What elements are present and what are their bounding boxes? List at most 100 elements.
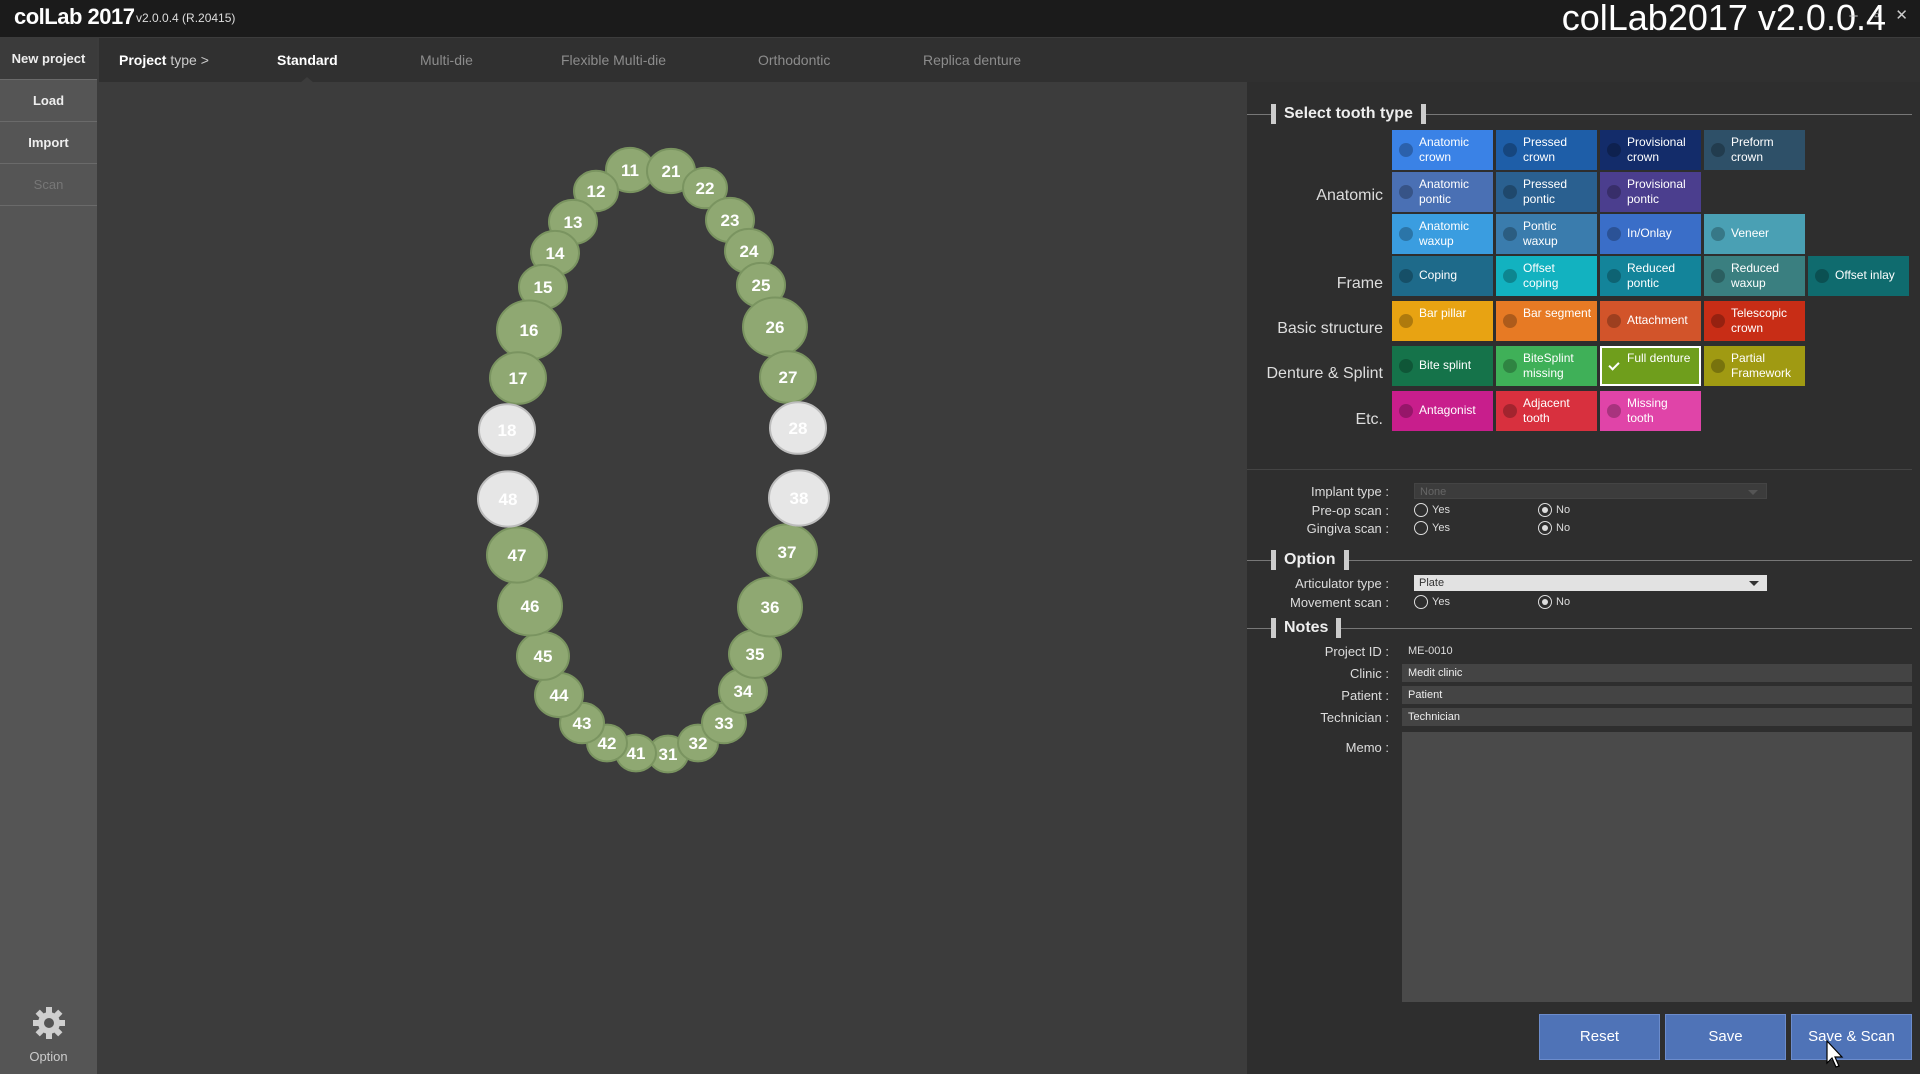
- tab-replica-denture[interactable]: Replica denture: [923, 52, 1021, 68]
- save-and-scan-button[interactable]: Save & Scan: [1791, 1014, 1912, 1060]
- check-icon: [1399, 404, 1413, 418]
- tooth-45[interactable]: 45: [516, 631, 570, 681]
- tab-orthodontic[interactable]: Orthodontic: [758, 52, 830, 68]
- group-label-denture-splint: Denture & Splint: [1266, 365, 1383, 382]
- check-icon: [1503, 143, 1517, 157]
- tooth-type-label: Antagonist: [1419, 403, 1476, 417]
- check-icon: [1711, 359, 1725, 373]
- check-icon: [1503, 227, 1517, 241]
- tooth-type-pressed-crown[interactable]: Pressed crown: [1496, 130, 1597, 170]
- scan-button[interactable]: Scan: [0, 164, 97, 206]
- check-icon: [1815, 269, 1829, 283]
- check-icon: [1503, 404, 1517, 418]
- tooth-type-anatomic-crown[interactable]: Anatomic crown: [1392, 130, 1493, 170]
- tooth-37[interactable]: 37: [756, 523, 818, 581]
- tooth-chart-svg: 11 1213 14 15 16 17 18 21 22 2324 25 26 27 28 31 32 3334…: [477, 146, 830, 774]
- tooth-46[interactable]: 46: [497, 575, 563, 637]
- tooth-type-missing-tooth[interactable]: Missing tooth: [1600, 391, 1701, 431]
- save-button[interactable]: Save: [1665, 1014, 1786, 1060]
- new-project-button[interactable]: New project: [0, 38, 97, 80]
- tooth-chart: 11 12 13 14 15 16 17 18 21 22 23 24 25 26 27 28 31 32 33 34…: [99, 82, 1247, 1074]
- tooth-type-reduced-waxup[interactable]: Reduced waxup: [1704, 256, 1805, 296]
- tooth-type-label: Bar segment: [1523, 306, 1592, 320]
- preop-no-radio[interactable]: No: [1538, 503, 1570, 517]
- movement-yes-radio[interactable]: Yes: [1414, 595, 1450, 609]
- mouse-cursor-icon: [1826, 1040, 1844, 1068]
- check-icon: [1607, 314, 1621, 328]
- tooth-26[interactable]: 26: [742, 296, 808, 358]
- tab-flexible-multi-die[interactable]: Flexible Multi-die: [561, 52, 666, 68]
- tooth-17[interactable]: 17: [489, 351, 547, 405]
- check-icon: [1399, 143, 1413, 157]
- tooth-type-label: Reduced pontic: [1627, 261, 1676, 290]
- tooth-number: 24: [740, 242, 759, 261]
- clinic-field[interactable]: Medit clinic: [1402, 664, 1912, 682]
- app-logo: colLab 2017: [14, 4, 135, 29]
- tooth-type-reduced-pontic[interactable]: Reduced pontic: [1600, 256, 1701, 296]
- implant-type-dropdown[interactable]: None: [1414, 483, 1767, 499]
- tooth-number: 31: [659, 745, 678, 764]
- tooth-36[interactable]: 36: [737, 576, 803, 638]
- tooth-type-offset-coping[interactable]: Offset coping: [1496, 256, 1597, 296]
- memo-label: Memo :: [1345, 740, 1389, 755]
- tooth-type-label: Attachment: [1627, 313, 1688, 327]
- tooth-type-label: Offset inlay: [1835, 268, 1895, 282]
- tooth-number: 42: [598, 734, 617, 753]
- tooth-38[interactable]: 38: [768, 469, 830, 527]
- tooth-type-provisional-crown[interactable]: Provisional crown: [1600, 130, 1701, 170]
- movement-no-radio[interactable]: No: [1538, 595, 1570, 609]
- tab-standard[interactable]: Standard: [277, 52, 338, 83]
- memo-field[interactable]: [1402, 732, 1912, 1002]
- tooth-type-antagonist[interactable]: Antagonist: [1392, 391, 1493, 431]
- tooth-type-anatomic-pontic[interactable]: Anatomic pontic: [1392, 172, 1493, 212]
- technician-field[interactable]: Technician: [1402, 708, 1912, 726]
- tooth-type-label: In/Onlay: [1627, 226, 1672, 240]
- tooth-type-label: Missing tooth: [1627, 396, 1668, 425]
- tooth-number: 28: [789, 419, 808, 438]
- tooth-type-pontic-waxup[interactable]: Pontic waxup: [1496, 214, 1597, 254]
- tooth-type-label: Bite splint: [1419, 358, 1472, 372]
- tooth-type-telescopic-crown[interactable]: Telescopic crown: [1704, 301, 1805, 341]
- tooth-type-provisional-pontic[interactable]: Provisional pontic: [1600, 172, 1701, 212]
- tooth-28[interactable]: 28: [769, 401, 827, 455]
- tooth-type-offset-inlay[interactable]: Offset inlay: [1808, 256, 1909, 296]
- tooth-47[interactable]: 47: [486, 526, 548, 584]
- tooth-type-in-onlay[interactable]: In/Onlay: [1600, 214, 1701, 254]
- check-icon: [1607, 227, 1621, 241]
- load-button[interactable]: Load: [0, 80, 97, 122]
- group-label-anatomic: Anatomic: [1316, 187, 1383, 204]
- tooth-type-bitesplint-missing[interactable]: BiteSplint missing: [1496, 346, 1597, 386]
- tooth-type-bar-pillar[interactable]: Bar pillar: [1392, 301, 1493, 341]
- check-icon: [1399, 314, 1413, 328]
- tooth-18[interactable]: 18: [478, 403, 536, 457]
- tooth-number: 22: [696, 179, 715, 198]
- tooth-type-adjacent-tooth[interactable]: Adjacent tooth: [1496, 391, 1597, 431]
- option-button[interactable]: Option: [0, 1006, 97, 1064]
- tooth-type-anatomic-waxup[interactable]: Anatomic waxup: [1392, 214, 1493, 254]
- import-button[interactable]: Import: [0, 122, 97, 164]
- tooth-type-partial-framework[interactable]: Partial Framework: [1704, 346, 1805, 386]
- tooth-number: 18: [498, 421, 517, 440]
- tooth-type-coping[interactable]: Coping: [1392, 256, 1493, 296]
- tooth-type-bar-segment[interactable]: Bar segment: [1496, 301, 1597, 341]
- tooth-type-preform-crown[interactable]: Preform crown: [1704, 130, 1805, 170]
- tooth-27[interactable]: 27: [759, 350, 817, 404]
- tooth-type-full-denture[interactable]: Full denture: [1600, 346, 1701, 386]
- tooth-type-attachment[interactable]: Attachment: [1600, 301, 1701, 341]
- tooth-type-veneer[interactable]: Veneer: [1704, 214, 1805, 254]
- gear-icon: [32, 1007, 65, 1039]
- articulator-type-dropdown[interactable]: Plate: [1414, 575, 1767, 591]
- window-controls[interactable]: – ▫ ✕: [1849, 6, 1914, 24]
- patient-field[interactable]: Patient: [1402, 686, 1912, 704]
- tooth-48[interactable]: 48: [477, 470, 539, 528]
- tab-multi-die[interactable]: Multi-die: [420, 52, 473, 68]
- tooth-number: 43: [573, 714, 592, 733]
- gingiva-yes-radio[interactable]: Yes: [1414, 521, 1450, 535]
- preop-yes-radio[interactable]: Yes: [1414, 503, 1450, 517]
- tooth-type-pressed-pontic[interactable]: Pressed pontic: [1496, 172, 1597, 212]
- tooth-16[interactable]: 16: [496, 299, 562, 361]
- tooth-type-bite-splint[interactable]: Bite splint: [1392, 346, 1493, 386]
- reset-button[interactable]: Reset: [1539, 1014, 1660, 1060]
- tooth-number: 35: [746, 645, 765, 664]
- gingiva-no-radio[interactable]: No: [1538, 521, 1570, 535]
